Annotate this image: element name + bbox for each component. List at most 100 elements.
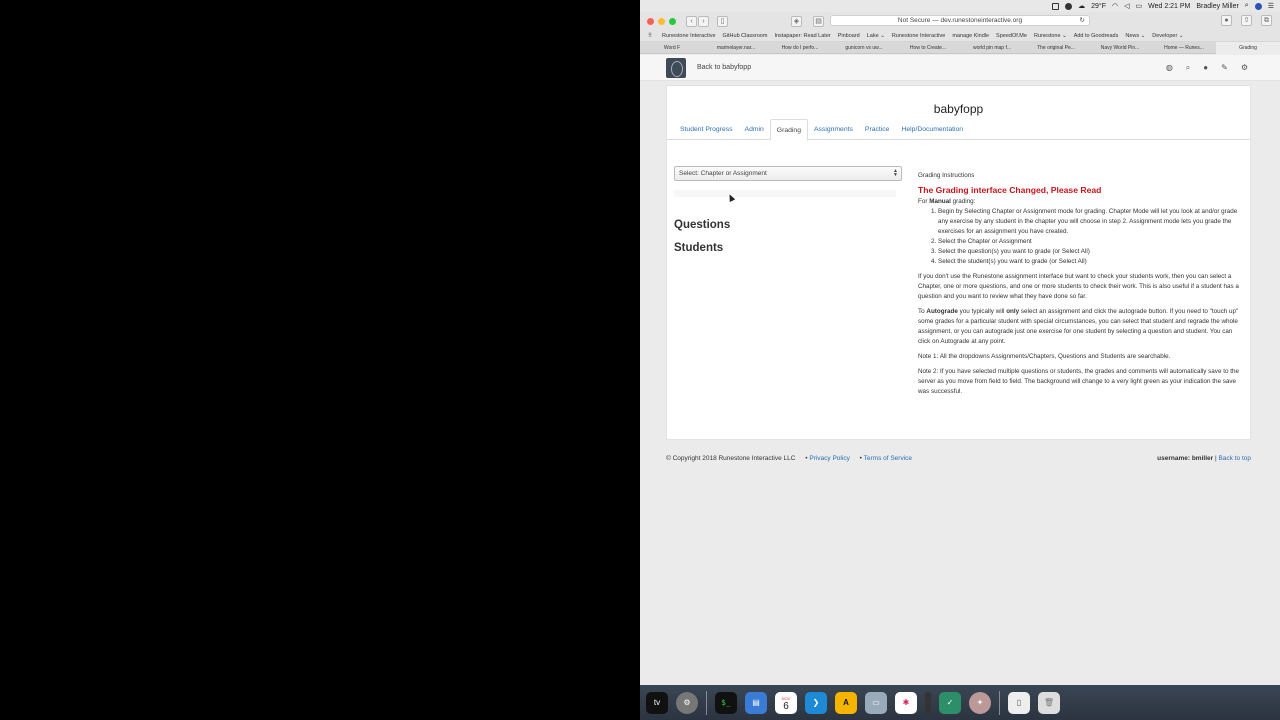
- bullet: •: [859, 455, 862, 462]
- bookmark-item[interactable]: Developer ⌄: [1152, 33, 1183, 39]
- zoom-window-button[interactable]: [669, 17, 676, 25]
- reader-icon[interactable]: ▤: [813, 15, 824, 27]
- downloads-icon[interactable]: ●: [1221, 15, 1232, 26]
- tab-assignments[interactable]: Assignments: [808, 119, 859, 140]
- browser-tab[interactable]: How to Create...: [896, 45, 960, 51]
- terms-of-service-link[interactable]: Terms of Service: [864, 455, 912, 462]
- note-1: Note 1: All the dropdowns Assignments/Ch…: [918, 353, 1171, 360]
- bookmark-item[interactable]: Lake ⌄: [867, 33, 885, 39]
- terminal-icon[interactable]: $_: [715, 691, 737, 714]
- students-heading: Students: [674, 242, 724, 254]
- user-icon[interactable]: ●: [1203, 63, 1208, 73]
- close-window-button[interactable]: [647, 17, 654, 25]
- instructions-warning: The Grading interface Changed, Please Re…: [918, 185, 1102, 195]
- main-card: babyfopp Student Progress Admin Grading Ass…: [666, 85, 1251, 440]
- bookmark-item[interactable]: Runestone Interactive: [892, 33, 946, 39]
- settings-icon[interactable]: ⚙: [1241, 63, 1248, 73]
- alpha-app-icon[interactable]: A: [835, 691, 857, 714]
- course-nav-tabs: Student Progress Admin Grading Assignments P…: [667, 119, 1250, 141]
- bullet: •: [805, 455, 808, 462]
- footer-right: username: bmiller | Back to top: [1157, 455, 1251, 462]
- sidebar-icon[interactable]: ▯: [717, 15, 728, 27]
- chapter-assignment-select[interactable]: Select: Chapter or Assignment ▲ ▼: [674, 166, 902, 181]
- pencil-icon[interactable]: ✎: [1221, 63, 1228, 73]
- instructions-title: Grading Instructions: [918, 172, 975, 179]
- documents-folder-icon[interactable]: ▯: [1008, 691, 1030, 714]
- menubar-icon[interactable]: [1052, 2, 1060, 10]
- calendar-icon[interactable]: NOV 6: [775, 691, 797, 714]
- step-item: Select the Chapter or Assignment: [938, 237, 1246, 247]
- tab-grading[interactable]: Grading: [769, 119, 808, 141]
- bookmark-item[interactable]: SpeedOf.Me: [996, 33, 1027, 39]
- dock-item-icon[interactable]: [925, 691, 931, 714]
- manual-prefix: For: [918, 198, 930, 205]
- bookmark-item[interactable]: Add to Goodreads: [1074, 33, 1119, 39]
- tab-help-documentation[interactable]: Help/Documentation: [895, 119, 969, 140]
- share-icon[interactable]: ⇧: [1241, 15, 1252, 26]
- bookmark-item[interactable]: Runestone Interactive: [662, 33, 716, 39]
- back-to-course-link[interactable]: Back to babyfopp: [697, 64, 751, 71]
- browser-tab[interactable]: The original Pe...: [1024, 45, 1088, 51]
- manual-grading-lead: For Manual grading:: [918, 197, 1246, 207]
- browser-tab[interactable]: Home — Runes...: [1152, 45, 1216, 51]
- notification-center-icon[interactable]: ☰: [1268, 2, 1274, 10]
- trash-icon[interactable]: 🗑: [1038, 691, 1060, 714]
- siri-icon[interactable]: [1254, 2, 1262, 10]
- apple-tv-icon[interactable]: tv: [646, 691, 668, 714]
- back-arrow-icon[interactable]: ‹: [686, 15, 697, 27]
- battery-icon[interactable]: ▭: [1135, 2, 1142, 10]
- grading-instructions: Grading Instructions The Grading interfa…: [918, 171, 1246, 397]
- volume-icon[interactable]: ◁: [1124, 2, 1129, 10]
- globe-icon[interactable]: ◍: [1166, 63, 1173, 73]
- tab-student-progress[interactable]: Student Progress: [674, 119, 739, 140]
- address-bar[interactable]: Not Secure — dev.runestoneinteractive.or…: [830, 15, 1090, 26]
- shield-icon[interactable]: ◈: [791, 15, 802, 27]
- search-icon[interactable]: ⌕: [1186, 63, 1190, 73]
- tab-admin[interactable]: Admin: [739, 119, 770, 140]
- browser-tab[interactable]: Grading: [1216, 41, 1280, 54]
- user-name[interactable]: Bradley Miller: [1196, 3, 1238, 10]
- browser-tab[interactable]: world pin map f...: [960, 45, 1024, 51]
- bookmark-item[interactable]: Instapaper: Read Later: [774, 33, 830, 39]
- runestone-logo[interactable]: [666, 58, 686, 78]
- manual-suffix: grading:: [950, 198, 976, 205]
- scanner-icon[interactable]: ▭: [865, 691, 887, 714]
- weather-text[interactable]: 29°F: [1091, 3, 1106, 10]
- questions-heading: Questions: [674, 219, 731, 231]
- wifi-icon[interactable]: ◠: [1112, 2, 1118, 10]
- browser-tab[interactable]: How do I perfo...: [768, 45, 832, 51]
- tabs-overview-icon[interactable]: ⧉: [1261, 15, 1272, 26]
- only-bold: only: [1006, 308, 1020, 315]
- bookmark-item[interactable]: Runestone ⌄: [1034, 33, 1067, 39]
- select-arrows-icon: ▲ ▼: [893, 168, 898, 178]
- system-preferences-icon[interactable]: ⚙: [676, 691, 698, 714]
- browser-tab[interactable]: Word F: [640, 45, 704, 51]
- bookmark-item[interactable]: News ⌄: [1125, 33, 1145, 39]
- minimize-window-button[interactable]: [658, 17, 665, 25]
- shield-check-icon[interactable]: ✓: [939, 691, 961, 714]
- clock[interactable]: Wed 2:21 PM: [1148, 3, 1190, 10]
- screenflow-icon[interactable]: ✦: [969, 691, 991, 714]
- privacy-policy-link[interactable]: Privacy Policy: [809, 455, 849, 462]
- weather-icon[interactable]: ☁: [1078, 2, 1085, 10]
- browser-tab[interactable]: Navy World Pin...: [1088, 45, 1152, 51]
- course-title: babyfopp: [933, 102, 984, 116]
- bookmark-item[interactable]: GitHub Classroom: [723, 33, 768, 39]
- step-item: Select the student(s) you want to grade …: [938, 257, 1246, 267]
- menubar-icon[interactable]: [1065, 2, 1073, 10]
- tab-practice[interactable]: Practice: [859, 119, 896, 140]
- reload-icon[interactable]: ↻: [1080, 16, 1085, 26]
- back-to-top-link[interactable]: Back to top: [1218, 455, 1251, 462]
- bookmark-item[interactable]: manage Kindle: [952, 33, 989, 39]
- browser-tab[interactable]: marinelayer.nar...: [704, 45, 768, 51]
- bookmark-item[interactable]: Pinboard: [838, 33, 860, 39]
- shield-app-icon[interactable]: ▤: [745, 691, 767, 714]
- browser-tab[interactable]: gunicorn vs uw...: [832, 45, 896, 51]
- dock: tv ⚙ $_ ▤ NOV 6 ❯ A ▭ ✱ ✓ ✦ ▯ 🗑: [640, 685, 1280, 720]
- slack-icon[interactable]: ✱: [895, 691, 917, 714]
- forward-arrow-icon[interactable]: ›: [698, 15, 709, 27]
- step-item: Begin by Selecting Chapter or Assignment…: [938, 207, 1246, 237]
- grid-icon[interactable]: ⠿: [648, 33, 652, 39]
- vscode-icon[interactable]: ❯: [805, 691, 827, 714]
- spotlight-icon[interactable]: ⌕: [1245, 2, 1249, 10]
